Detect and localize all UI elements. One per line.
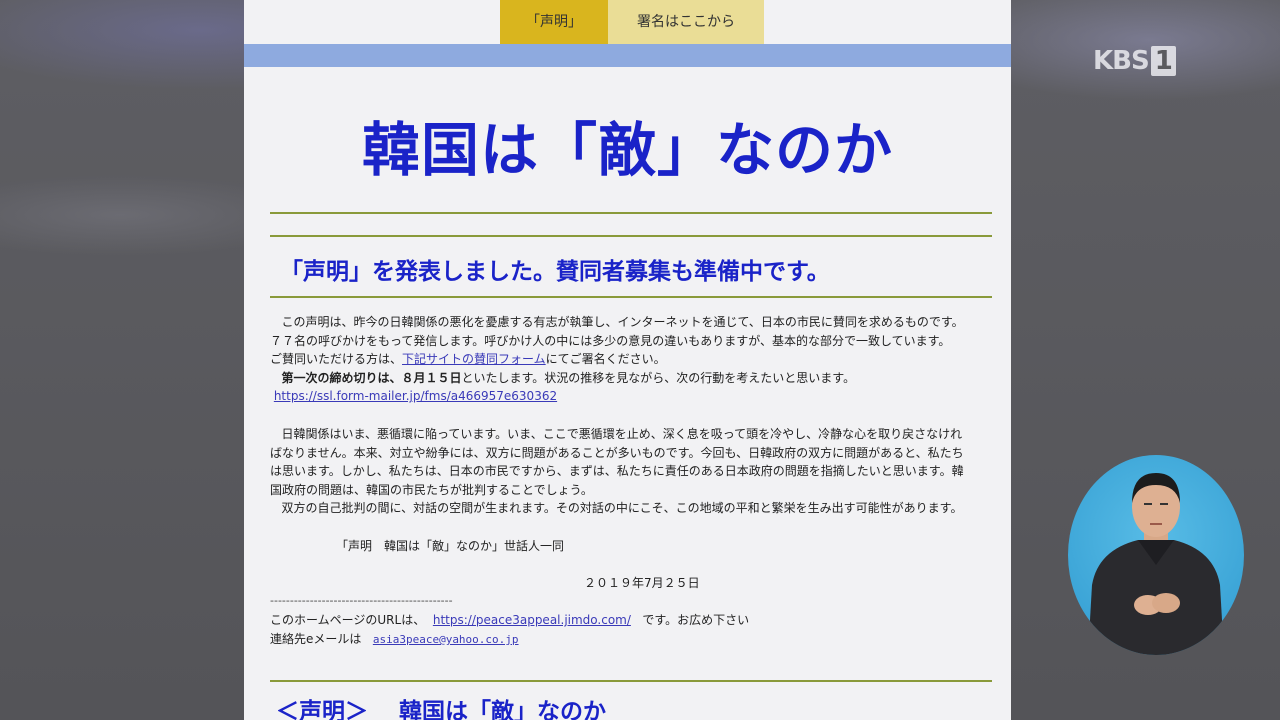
webpage-panel: 「声明」 署名はここから 韓国は「敵」なのか 「声明」を発表しました。賛同者募集… (244, 0, 1011, 720)
statement-line: 双方の自己批判の間に、対話の空間が生まれます。その対話の中にこそ、この地域の平和… (281, 501, 963, 516)
contact-email-link[interactable]: asia3peace@yahoo.co.jp (373, 633, 519, 646)
page-title: 韓国は「敵」なのか (361, 116, 893, 184)
kbs1-logo: KBS 1 (1093, 46, 1176, 76)
intro-section: この声明は、昨今の日韓関係の悪化を憂慮する有志が執筆し、インターネットを通じて、… (270, 313, 996, 406)
divider (270, 235, 992, 237)
contact-line: 連絡先eメールは asia3peace@yahoo.co.jp (270, 630, 996, 650)
date-line: ２０１９年7月２５日 (584, 576, 700, 590)
intro-line: にてご署名ください。 (545, 352, 666, 367)
tab-statement[interactable]: 「声明」 (500, 0, 608, 44)
intro-line: ７７名の呼びかけをもって発信します。呼びかけ人の中には多少の意見の違いもあります… (270, 333, 951, 348)
homepage-url-link[interactable]: https://peace3appeal.jimdo.com/ (433, 613, 631, 627)
separator: ----------------------------------------… (270, 594, 453, 607)
top-nav: 「声明」 署名はここから (500, 0, 764, 44)
homepage-label: このホームページのURLは、 (270, 613, 426, 627)
divider (270, 296, 992, 298)
tab-sign-here[interactable]: 署名はここから (608, 0, 764, 44)
homepage-suffix: です。お広め下さい (642, 613, 750, 627)
statement-heading: ＜声明＞ 韓国は「敵」なのか (276, 699, 607, 720)
form-url-link[interactable]: https://ssl.form-mailer.jp/fms/a466957e6… (274, 389, 557, 403)
statement-section: 日韓関係はいま、悪循環に陥っています。いま、ここで悪循環を止め、深く息を吸って頭… (270, 425, 996, 518)
divider (270, 680, 992, 682)
statement-line: 日韓関係はいま、悪循環に陥っています。いま、ここで悪循環を止め、深く息を吸って頭… (281, 427, 963, 441)
homepage-line: このホームページのURLは、 https://peace3appeal.jimd… (270, 611, 996, 630)
statement-line: ばなりません。本来、対立や紛争には、双方に問題があることが多いものです。今回も、… (270, 445, 964, 460)
announcement-heading: 「声明」を発表しました。賛同者募集も準備中です。 (280, 259, 830, 285)
intro-line: といたします。状況の推移を見ながら、次の行動を考えたいと思います。 (461, 370, 856, 385)
statement-line: 国政府の問題は、韓国の市民たちが批判することでしょう。 (270, 482, 593, 497)
divider (270, 212, 992, 214)
deadline-text: 第一次の締め切りは、８月１５日 (281, 370, 462, 385)
intro-line: この声明は、昨今の日韓関係の悪化を憂慮する有志が執筆し、インターネットを通じて、… (281, 315, 964, 329)
header-band (244, 44, 1011, 67)
sign-language-interpreter (1068, 455, 1244, 655)
intro-line: ご賛同いただける方は、 (270, 352, 403, 367)
signature-form-link[interactable]: 下記サイトの賛同フォーム (402, 352, 546, 366)
statement-line: は思います。しかし、私たちは、日本の市民ですから、まずは、私たちに責任のある日本… (270, 464, 964, 479)
contact-label: 連絡先eメールは (270, 632, 362, 646)
interpreter-figure (1088, 473, 1224, 655)
signature-line: 「声明 韓国は「敵」なのか」世話人一同 (336, 539, 565, 553)
